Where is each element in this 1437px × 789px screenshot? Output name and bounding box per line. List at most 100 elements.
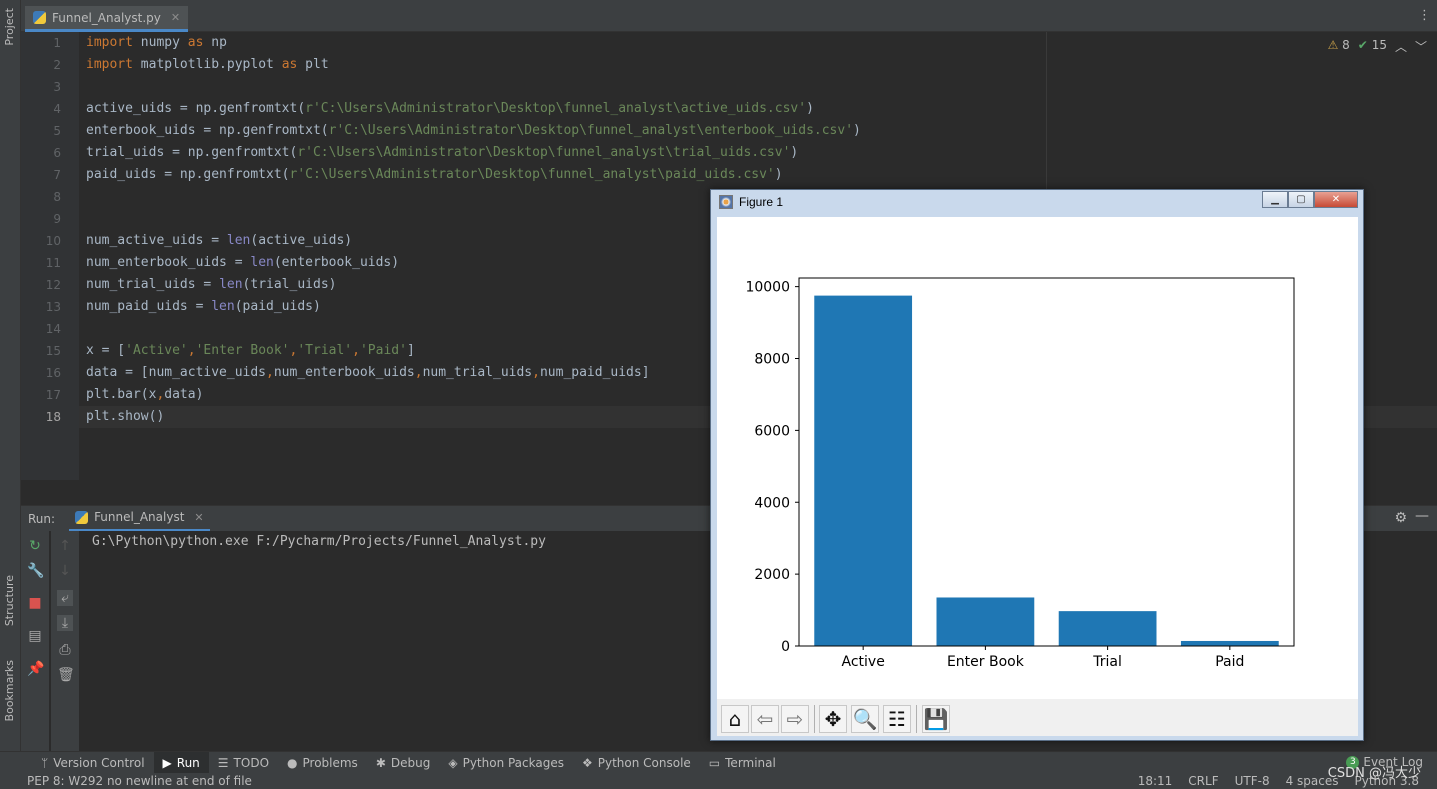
structure-tool-button[interactable]: Structure bbox=[3, 575, 16, 626]
code-line: paid_uids = np.genfromtxt(r'C:\Users\Adm… bbox=[86, 167, 783, 182]
code-line: import numpy as np bbox=[86, 35, 227, 50]
warning-count: 8 bbox=[1342, 38, 1350, 52]
code-line: data = [num_active_uids,num_enterbook_ui… bbox=[86, 365, 650, 380]
code-line: import matplotlib.pyplot as plt bbox=[86, 57, 329, 72]
code-line: plt.bar(x,data) bbox=[86, 387, 204, 402]
line-number: 15 bbox=[45, 344, 61, 358]
x-tick-label: Paid bbox=[1215, 654, 1244, 670]
configure-subplots-icon[interactable]: ☷ bbox=[883, 705, 911, 733]
play-icon: ▶ bbox=[162, 755, 172, 770]
x-tick-label: Enter Book bbox=[947, 654, 1025, 670]
code-line: trial_uids = np.genfromtxt(r'C:\Users\Ad… bbox=[86, 145, 799, 160]
code-line: num_trial_uids = len(trial_uids) bbox=[86, 277, 337, 292]
zoom-icon[interactable]: 🔍 bbox=[851, 705, 879, 733]
close-run-tab-icon[interactable]: ✕ bbox=[194, 511, 203, 524]
layout-icon[interactable]: ▤ bbox=[27, 628, 43, 644]
forward-icon[interactable]: ⇨ bbox=[781, 705, 809, 733]
line-number: 4 bbox=[53, 102, 61, 116]
inspection-widget[interactable]: ⚠ 8 ✔ 15 ︿ ﹀ bbox=[1328, 38, 1427, 55]
code-line: x = ['Active','Enter Book','Trial','Paid… bbox=[86, 343, 415, 358]
home-icon[interactable]: ⌂ bbox=[721, 705, 749, 733]
y-tick-label: 0 bbox=[781, 639, 790, 655]
line-number: 10 bbox=[45, 234, 61, 248]
bookmarks-tool-button[interactable]: Bookmarks bbox=[3, 660, 16, 721]
chevron-up-icon[interactable]: ︿ bbox=[1395, 38, 1407, 55]
back-icon[interactable]: ⇦ bbox=[751, 705, 779, 733]
figure-titlebar[interactable]: Figure 1 bbox=[719, 195, 783, 209]
stop-icon[interactable]: ■ bbox=[27, 595, 43, 611]
scroll-to-end-icon[interactable]: ⤓ bbox=[57, 615, 73, 631]
code-line: num_active_uids = len(active_uids) bbox=[86, 233, 353, 248]
file-encoding[interactable]: UTF-8 bbox=[1235, 774, 1270, 788]
list-icon: ☰ bbox=[217, 755, 229, 770]
python-file-icon bbox=[33, 11, 46, 24]
figure-window[interactable]: Figure 1 ▁ ▢ ✕ Active Enter Book Trial Paid… bbox=[710, 189, 1364, 741]
chevron-down-icon[interactable]: ﹀ bbox=[1415, 38, 1427, 55]
editor-tabs-bar: Funnel_Analyst.py ✕ ⋮ bbox=[21, 0, 1437, 32]
run-tab-funnel-analyst[interactable]: Funnel_Analyst ✕ bbox=[69, 506, 210, 532]
ok-count: 15 bbox=[1371, 38, 1387, 52]
terminal-icon: ▭ bbox=[708, 755, 721, 770]
code-line: enterbook_uids = np.genfromtxt(r'C:\User… bbox=[86, 123, 861, 138]
check-icon: ✔ bbox=[1357, 38, 1368, 52]
hide-icon[interactable]: — bbox=[1415, 508, 1429, 524]
soft-wrap-icon[interactable]: ⤶ bbox=[57, 590, 73, 606]
line-number: 6 bbox=[53, 146, 61, 160]
up-arrow-icon[interactable]: ↑ bbox=[57, 538, 73, 554]
wrench-icon[interactable]: 🔧 bbox=[27, 563, 44, 579]
down-arrow-icon[interactable]: ↓ bbox=[57, 563, 73, 579]
code-line: num_enterbook_uids = len(enterbook_uids) bbox=[86, 255, 400, 270]
problems-tool-button[interactable]: ● Problems bbox=[278, 752, 367, 774]
figure-toolbar: ⌂ ⇦ ⇨ ✥ 🔍 ☷ 💾 bbox=[717, 699, 1358, 736]
editor-tab-funnel-analyst[interactable]: Funnel_Analyst.py ✕ bbox=[25, 6, 189, 32]
more-options-icon[interactable]: ⋮ bbox=[1418, 8, 1431, 23]
code-line: active_uids = np.genfromtxt(r'C:\Users\A… bbox=[86, 101, 814, 116]
editor-tab-label: Funnel_Analyst.py bbox=[52, 10, 161, 25]
save-icon[interactable]: 💾 bbox=[922, 705, 950, 733]
close-tab-icon[interactable]: ✕ bbox=[171, 11, 180, 24]
line-number: 12 bbox=[45, 278, 61, 292]
line-number: 3 bbox=[53, 80, 61, 94]
close-button[interactable]: ✕ bbox=[1314, 191, 1358, 208]
caret-position[interactable]: 18:11 bbox=[1138, 774, 1173, 788]
x-tick-label: Active bbox=[842, 654, 885, 670]
y-tick-label: 6000 bbox=[754, 423, 790, 439]
toolbar-separator bbox=[916, 705, 917, 733]
minimize-button[interactable]: ▁ bbox=[1262, 191, 1288, 208]
rerun-icon[interactable]: ↻ bbox=[27, 538, 43, 554]
figure-title: Figure 1 bbox=[739, 195, 784, 209]
terminal-tool-button[interactable]: ▭ Terminal bbox=[700, 752, 785, 774]
status-bar: PEP 8: W292 no newline at end of file 18… bbox=[0, 773, 1437, 789]
line-number: 7 bbox=[53, 168, 61, 182]
y-tick-label: 2000 bbox=[754, 567, 790, 583]
line-number: 11 bbox=[45, 256, 61, 270]
python-packages-tool-button[interactable]: ◈ Python Packages bbox=[439, 752, 573, 774]
bar bbox=[1058, 611, 1157, 646]
tool-label: Problems bbox=[302, 755, 358, 770]
line-number: 8 bbox=[53, 190, 61, 204]
tool-label: Terminal bbox=[725, 755, 776, 770]
watermark: CSDN @冯大少 bbox=[1327, 766, 1421, 781]
gear-icon[interactable]: ⚙ bbox=[1394, 510, 1407, 526]
version-control-tool-button[interactable]: ᛘ Version Control bbox=[32, 752, 154, 774]
bottom-tool-bar: ᛘ Version Control ▶ Run ☰ TODO ● Problems ✱ D… bbox=[0, 751, 1437, 774]
maximize-button[interactable]: ▢ bbox=[1288, 191, 1314, 208]
todo-tool-button[interactable]: ☰ TODO bbox=[209, 752, 278, 774]
line-number: 2 bbox=[53, 58, 61, 72]
figure-canvas[interactable]: Active Enter Book Trial Paid 0 2000 4000 6000 80… bbox=[717, 217, 1358, 700]
tool-label: Python Packages bbox=[462, 755, 564, 770]
code-line: num_paid_uids = len(paid_uids) bbox=[86, 299, 321, 314]
pan-icon[interactable]: ✥ bbox=[819, 705, 847, 733]
print-icon[interactable]: ⎙ bbox=[57, 642, 73, 658]
debug-tool-button[interactable]: ✱ Debug bbox=[367, 752, 440, 774]
pin-icon[interactable]: 📌 bbox=[27, 661, 44, 677]
line-number: 17 bbox=[45, 388, 61, 402]
python-console-tool-button[interactable]: ❖ Python Console bbox=[573, 752, 700, 774]
console-output-line: G:\Python\python.exe F:/Pycharm/Projects… bbox=[92, 534, 546, 549]
project-tool-button[interactable]: Project bbox=[3, 8, 16, 46]
trash-icon[interactable]: 🗑 bbox=[57, 667, 75, 683]
run-tool-button[interactable]: ▶ Run bbox=[153, 751, 209, 774]
run-label: Run: bbox=[28, 511, 56, 526]
line-separator[interactable]: CRLF bbox=[1188, 774, 1218, 788]
tool-label: Debug bbox=[390, 755, 431, 770]
